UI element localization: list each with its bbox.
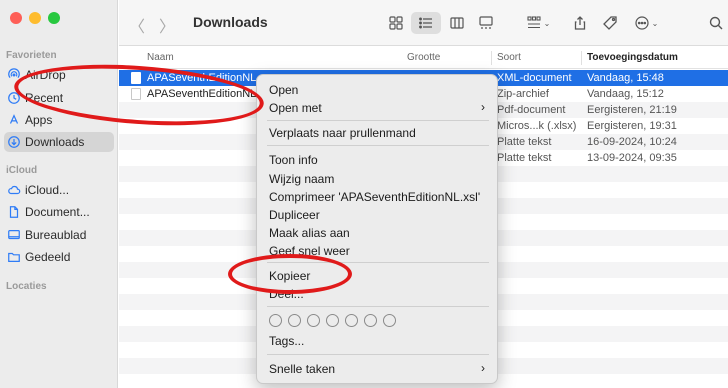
tag-button[interactable] — [599, 12, 621, 34]
menu-item-make-alias[interactable]: Maak alias aan — [269, 226, 350, 240]
grid-icon — [389, 16, 403, 30]
chevron-down-icon: ⌄ — [651, 18, 659, 28]
chevron-right-icon[interactable]: 〉 — [159, 13, 175, 37]
sidebar-section-favorites: Favorieten — [6, 50, 57, 61]
annotation-ellipse-copy — [228, 254, 352, 294]
file-date: 16-09-2024, 10:24 — [587, 136, 677, 148]
menu-item-duplicate[interactable]: Dupliceer — [269, 208, 320, 222]
menu-separator — [267, 145, 489, 146]
file-date: Vandaag, 15:48 — [587, 72, 664, 84]
menu-item-quick-actions[interactable]: Snelle taken › — [269, 361, 489, 376]
cloud-icon — [6, 183, 21, 198]
share-icon — [574, 16, 586, 30]
column-view-button[interactable] — [444, 12, 470, 34]
menu-item-label: Snelle taken — [269, 362, 336, 376]
tag-circle-icon[interactable] — [345, 314, 358, 327]
file-kind: Platte tekst — [497, 152, 552, 164]
column-name[interactable]: Naam — [147, 52, 174, 63]
ellipsis-circle-icon — [635, 16, 649, 30]
menu-item-compress[interactable]: Comprimeer 'APASeventhEditionNL.xsl' — [269, 190, 480, 204]
sidebar-item-icloud-drive[interactable]: iCloud... — [4, 180, 114, 200]
sidebar-item-label: Downloads — [25, 135, 85, 149]
list-view-button[interactable] — [411, 12, 441, 34]
group-grid-icon — [527, 16, 541, 29]
search-button[interactable] — [707, 12, 725, 34]
column-divider[interactable] — [491, 51, 492, 65]
file-date: Eergisteren, 21:19 — [587, 104, 677, 116]
column-header: Naam Grootte Soort Toevoegingsdatum — [119, 47, 728, 69]
sidebar: Favorieten AirDrop Recent Apps Downloads… — [0, 0, 118, 388]
menu-separator — [267, 354, 489, 355]
menu-item-open-with[interactable]: Open met › — [269, 100, 489, 115]
column-size[interactable]: Grootte — [407, 52, 440, 63]
file-date: 13-09-2024, 09:35 — [587, 152, 677, 164]
window-title: Downloads — [193, 14, 268, 30]
menu-item-move-to-trash[interactable]: Verplaats naar prullenmand — [269, 126, 416, 140]
sidebar-item-label: Gedeeld — [25, 250, 71, 264]
search-icon — [709, 16, 723, 30]
download-icon — [6, 135, 21, 150]
context-menu: Open Open met › Verplaats naar prullenma… — [256, 74, 498, 384]
column-kind[interactable]: Soort — [497, 52, 521, 63]
sidebar-item-desktop[interactable]: Bureaublad — [4, 225, 114, 245]
file-kind: Zip-archief — [497, 88, 549, 100]
file-kind: Platte tekst — [497, 136, 552, 148]
file-date: Eergisteren, 19:31 — [587, 120, 677, 132]
chevron-down-icon: ⌄ — [543, 18, 551, 28]
menu-item-open[interactable]: Open — [269, 83, 298, 97]
tag-circle-icon[interactable] — [326, 314, 339, 327]
sidebar-item-label: Document... — [25, 205, 90, 219]
sidebar-item-label: Bureaublad — [25, 228, 87, 242]
menu-item-tags[interactable]: Tags... — [269, 334, 304, 348]
file-kind: Pdf-document — [497, 104, 566, 116]
sidebar-section-icloud: iCloud — [6, 165, 38, 176]
sidebar-item-downloads[interactable]: Downloads — [4, 132, 114, 152]
window-controls — [10, 12, 60, 24]
apps-icon — [6, 113, 21, 128]
tag-circle-icon[interactable] — [269, 314, 282, 327]
file-kind: Micros...k (.xlsx) — [497, 120, 577, 132]
tag-circle-icon[interactable] — [364, 314, 377, 327]
menu-separator — [267, 120, 489, 121]
tag-icon — [603, 16, 617, 30]
tag-circle-icon[interactable] — [307, 314, 320, 327]
menu-separator — [267, 306, 489, 307]
tag-circle-icon[interactable] — [288, 314, 301, 327]
sidebar-item-label: iCloud... — [25, 183, 70, 197]
chevron-right-icon: › — [481, 100, 485, 114]
menu-item-get-info[interactable]: Toon info — [269, 153, 318, 167]
desktop-icon — [6, 228, 21, 243]
icon-view-button[interactable] — [383, 12, 409, 34]
sidebar-item-documents[interactable]: Document... — [4, 202, 114, 222]
shared-folder-icon — [6, 250, 21, 265]
tag-circle-icon[interactable] — [383, 314, 396, 327]
columns-icon — [450, 17, 464, 29]
sidebar-section-locations: Locaties — [6, 281, 47, 292]
toolbar: 〈 〉 Downloads ⌄ ⌄ — [119, 0, 728, 46]
menu-item-label: Open met — [269, 101, 322, 115]
list-icon — [419, 17, 432, 29]
file-date: Vandaag, 15:12 — [587, 88, 664, 100]
close-window-button[interactable] — [10, 12, 22, 24]
column-date-added[interactable]: Toevoegingsdatum — [587, 52, 678, 63]
menu-item-rename[interactable]: Wijzig naam — [269, 172, 334, 186]
document-icon — [6, 205, 21, 220]
gallery-icon — [479, 16, 493, 29]
gallery-view-button[interactable] — [473, 12, 499, 34]
zoom-window-button[interactable] — [48, 12, 60, 24]
chevron-right-icon: › — [481, 361, 485, 375]
sidebar-item-shared[interactable]: Gedeeld — [4, 247, 114, 267]
group-by-button[interactable]: ⌄ — [521, 12, 555, 34]
sidebar-item-label: Apps — [25, 113, 53, 127]
more-actions-button[interactable]: ⌄ — [629, 12, 663, 34]
share-button[interactable] — [569, 12, 591, 34]
column-divider[interactable] — [581, 51, 582, 65]
chevron-left-icon[interactable]: 〈 — [129, 13, 145, 37]
file-kind: XML-document — [497, 72, 572, 84]
minimize-window-button[interactable] — [29, 12, 41, 24]
tag-colors — [269, 314, 396, 327]
